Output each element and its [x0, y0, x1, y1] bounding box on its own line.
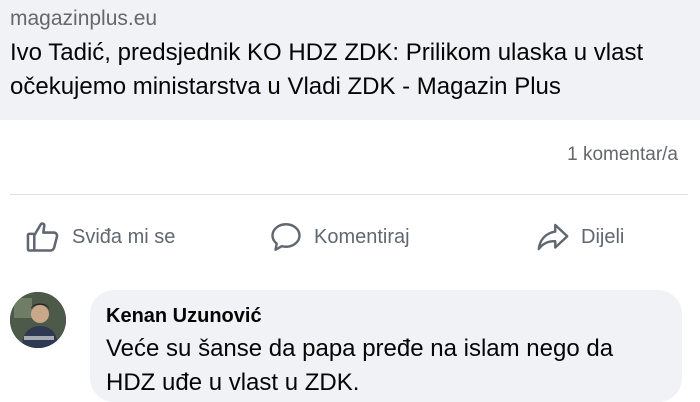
comment-button[interactable]: Komentiraj	[268, 212, 410, 262]
avatar[interactable]	[10, 292, 66, 348]
comment-author[interactable]: Kenan Uzunović	[106, 302, 666, 330]
share-label: Dijeli	[581, 225, 625, 248]
thumbs-up-icon	[24, 218, 62, 256]
like-button[interactable]: Sviđa mi se	[24, 212, 175, 262]
link-preview-card[interactable]: magazinplus.eu Ivo Tadić, predsjednik KO…	[0, 0, 700, 120]
link-domain: magazinplus.eu	[10, 7, 158, 30]
post-actions-bar: Sviđa mi se Komentiraj Dijeli	[0, 212, 700, 262]
speech-bubble-icon	[268, 219, 304, 255]
divider	[10, 194, 688, 195]
comment-bubble: Kenan Uzunović Veće su šanse da papa pre…	[90, 290, 682, 402]
user-photo-icon	[10, 292, 66, 348]
comment-text: Veće su šanse da papa pređe na islam neg…	[106, 335, 614, 396]
comment-item: Kenan Uzunović Veće su šanse da papa pre…	[0, 280, 700, 402]
comments-count[interactable]: 1 komentar/a	[567, 144, 678, 166]
share-arrow-icon	[535, 219, 571, 255]
comment-label: Komentiraj	[314, 225, 410, 248]
share-button[interactable]: Dijeli	[535, 212, 624, 262]
link-title[interactable]: Ivo Tadić, predsjednik KO HDZ ZDK: Prili…	[10, 36, 690, 104]
like-label: Sviđa mi se	[72, 225, 176, 248]
